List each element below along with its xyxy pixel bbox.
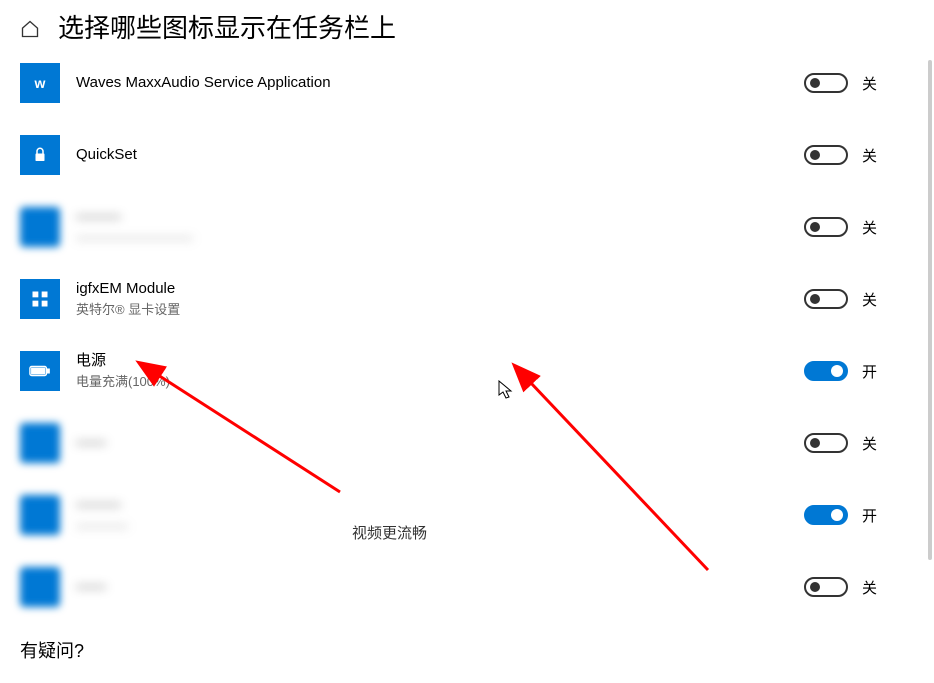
- toggle-label: 关: [862, 73, 877, 94]
- item-title: igfxEM Module: [76, 279, 784, 299]
- app-icon: w: [20, 63, 60, 103]
- toggle-group: 关: [804, 145, 914, 166]
- list-item: ———————开: [20, 493, 914, 537]
- toggle-switch[interactable]: [804, 217, 848, 237]
- item-text: 电源电量充满(100%): [76, 351, 804, 391]
- item-text: ——: [76, 433, 804, 453]
- toggle-switch[interactable]: [804, 361, 848, 381]
- toggle-knob: [810, 150, 820, 160]
- list-item: —— 关: [20, 565, 914, 609]
- icon-list: wWaves MaxxAudio Service Application关Qui…: [0, 61, 934, 609]
- toggle-label: 关: [862, 577, 877, 598]
- item-title: Waves MaxxAudio Service Application: [76, 73, 784, 93]
- toggle-knob: [810, 438, 820, 448]
- list-item: w Waves MaxxAudio Service Application 关: [20, 61, 914, 105]
- list-item: —— 关: [20, 421, 914, 465]
- toggle-label: 关: [862, 289, 877, 310]
- annotation-overlay-text: 视频更流畅: [352, 522, 427, 543]
- item-title: ———: [76, 207, 784, 227]
- toggle-knob: [831, 509, 843, 521]
- toggle-knob: [831, 365, 843, 377]
- toggle-label: 开: [862, 505, 877, 526]
- cursor-icon: [498, 380, 514, 405]
- item-text: ——: [76, 577, 804, 597]
- app-icon: [20, 279, 60, 319]
- list-item: QuickSet 关: [20, 133, 914, 177]
- scrollbar[interactable]: [928, 60, 932, 560]
- item-title: QuickSet: [76, 145, 784, 165]
- app-icon: [20, 351, 60, 391]
- app-icon: [20, 423, 60, 463]
- toggle-switch[interactable]: [804, 505, 848, 525]
- toggle-group: 开: [804, 505, 914, 526]
- item-subtitle: 英特尔® 显卡设置: [76, 301, 784, 319]
- item-text: ———————: [76, 495, 804, 535]
- toggle-switch[interactable]: [804, 289, 848, 309]
- list-item: ————————————关: [20, 205, 914, 249]
- item-text: ————————————: [76, 207, 804, 247]
- home-icon[interactable]: [20, 19, 40, 39]
- item-subtitle: ————: [76, 517, 784, 535]
- toggle-knob: [810, 582, 820, 592]
- toggle-label: 关: [862, 217, 877, 238]
- app-icon: [20, 135, 60, 175]
- toggle-label: 关: [862, 433, 877, 454]
- item-title: ——: [76, 577, 784, 597]
- list-item: 电源电量充满(100%) 开: [20, 349, 914, 393]
- toggle-switch[interactable]: [804, 73, 848, 93]
- toggle-switch[interactable]: [804, 433, 848, 453]
- item-title: 电源: [76, 351, 784, 371]
- toggle-group: 关: [804, 73, 914, 94]
- app-icon: [20, 207, 60, 247]
- toggle-knob: [810, 78, 820, 88]
- toggle-group: 开: [804, 361, 914, 382]
- toggle-switch[interactable]: [804, 577, 848, 597]
- toggle-knob: [810, 222, 820, 232]
- toggle-switch[interactable]: [804, 145, 848, 165]
- toggle-group: 关: [804, 289, 914, 310]
- toggle-label: 关: [862, 145, 877, 166]
- item-text: Waves MaxxAudio Service Application: [76, 73, 804, 93]
- app-icon: [20, 567, 60, 607]
- item-title: ———: [76, 495, 784, 515]
- list-item: igfxEM Module 英特尔® 显卡设置 关: [20, 277, 914, 321]
- item-subtitle: 电量充满(100%): [76, 373, 784, 391]
- toggle-label: 开: [862, 361, 877, 382]
- app-icon: [20, 495, 60, 535]
- toggle-group: 关: [804, 433, 914, 454]
- item-text: igfxEM Module 英特尔® 显卡设置: [76, 279, 804, 319]
- toggle-group: 关: [804, 217, 914, 238]
- page-title: 选择哪些图标显示在任务栏上: [58, 8, 396, 45]
- item-title: ——: [76, 433, 784, 453]
- toggle-group: 关: [804, 577, 914, 598]
- toggle-knob: [810, 294, 820, 304]
- item-subtitle: —————————: [76, 229, 784, 247]
- item-text: QuickSet: [76, 145, 804, 165]
- help-title: 有疑问?: [20, 637, 914, 663]
